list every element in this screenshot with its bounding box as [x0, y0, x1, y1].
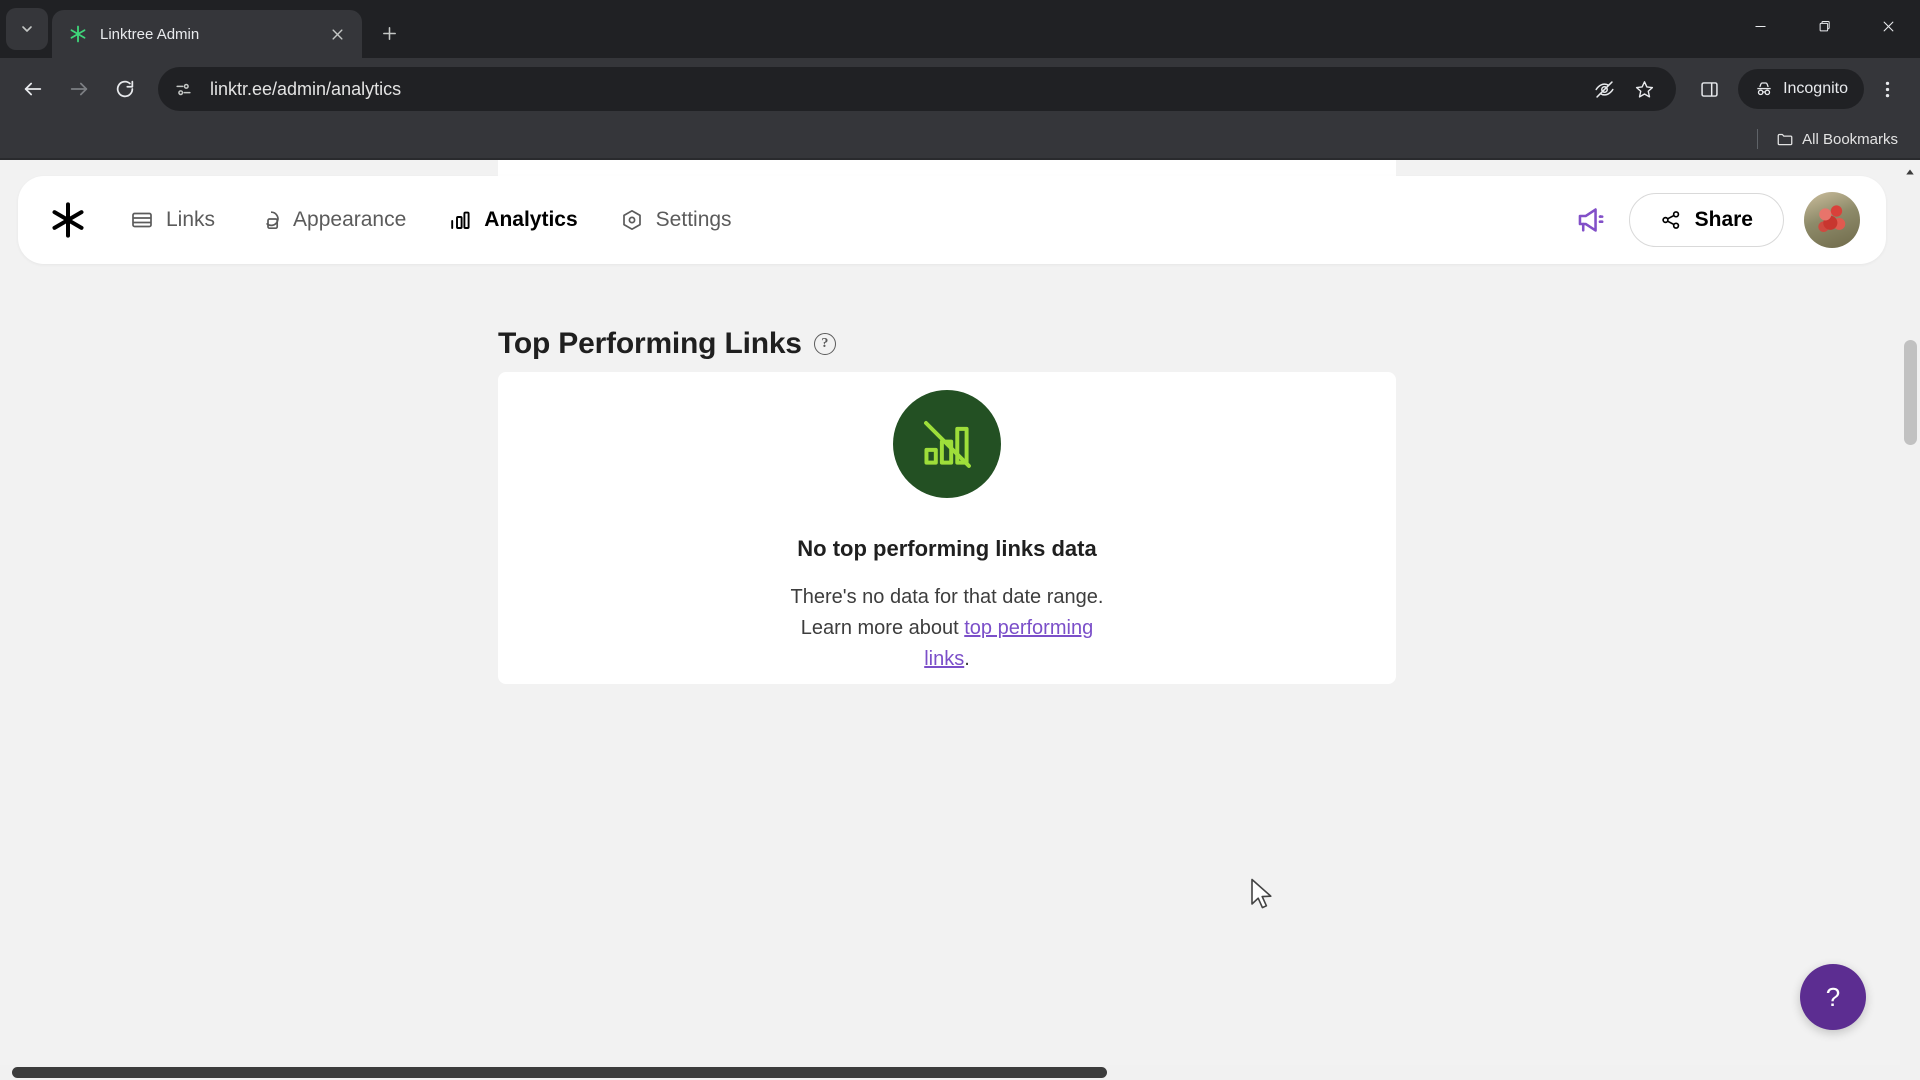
tab-title: Linktree Admin	[100, 25, 200, 43]
page-title: Top Performing Links	[498, 327, 802, 360]
horizontal-scrollbar-thumb[interactable]	[12, 1067, 1107, 1078]
new-tab-icon[interactable]	[372, 16, 406, 50]
links-icon	[130, 208, 154, 232]
empty-state-line2-prefix: Learn more about	[800, 616, 965, 639]
share-button[interactable]: Share	[1628, 193, 1784, 247]
nav-item-appearance[interactable]: Appearance	[253, 202, 410, 238]
window-controls	[1728, 0, 1920, 52]
empty-state-line2-suffix: .	[964, 647, 970, 670]
all-bookmarks-button[interactable]: All Bookmarks	[1768, 126, 1906, 152]
nav-label: Links	[166, 208, 216, 231]
incognito-indicator[interactable]: Incognito	[1738, 69, 1864, 109]
forward-button[interactable]	[58, 68, 100, 110]
incognito-icon	[1757, 82, 1771, 96]
nav-label: Appearance	[293, 208, 407, 231]
side-panel-icon[interactable]	[1688, 68, 1730, 110]
nav-item-links[interactable]: Links	[126, 202, 219, 238]
tab-strip: Linktree Admin	[0, 0, 1920, 58]
nav-item-analytics[interactable]: Analytics	[444, 202, 581, 238]
minimize-icon[interactable]	[1728, 0, 1792, 52]
vertical-scrollbar[interactable]	[1900, 160, 1920, 1080]
empty-state-description: There's no data for that date range. Lea…	[777, 582, 1117, 675]
megaphone-icon[interactable]	[1575, 203, 1609, 237]
all-bookmarks-label: All Bookmarks	[1802, 130, 1898, 148]
bookmark-star-icon[interactable]	[1626, 71, 1662, 107]
address-bar[interactable]: linktr.ee/admin/analytics	[158, 67, 1677, 111]
url-text: linktr.ee/admin/analytics	[210, 78, 402, 99]
reload-button[interactable]	[104, 68, 146, 110]
bookmarks-divider	[1757, 129, 1759, 149]
folder-icon	[1777, 133, 1793, 146]
settings-gear-icon	[620, 208, 644, 232]
browser-tab[interactable]: Linktree Admin	[52, 10, 362, 58]
empty-state-line1: There's no data for that date range.	[790, 585, 1104, 608]
app-header: Links Appearance Analytics Settings Shar…	[18, 176, 1886, 264]
bookmarks-bar: All Bookmarks	[0, 120, 1920, 158]
browser-toolbar: linktr.ee/admin/analytics Incognito	[0, 58, 1920, 120]
share-nodes-icon	[1661, 211, 1679, 229]
incognito-label: Incognito	[1783, 80, 1848, 97]
linktree-favicon-icon	[68, 24, 88, 44]
empty-state-title: No top performing links data	[797, 535, 1097, 561]
mouse-cursor	[1251, 878, 1272, 909]
no-chart-data-icon	[893, 389, 1001, 498]
top-performing-links-title: Top Performing Links ?	[498, 327, 836, 361]
top-performing-links-empty-state: No top performing links data There's no …	[498, 372, 1396, 684]
share-button-label: Share	[1694, 208, 1753, 231]
page-info-icon[interactable]	[166, 72, 200, 106]
page-viewport: Top Performing Links ? No top performing…	[0, 160, 1920, 1080]
horizontal-scrollbar[interactable]	[0, 1065, 1900, 1080]
tracking-protection-icon[interactable]	[1586, 71, 1622, 107]
app-nav: Links Appearance Analytics Settings	[126, 202, 1575, 238]
maximize-icon[interactable]	[1792, 0, 1856, 52]
omnibox-actions	[1586, 71, 1662, 107]
browser-window: Linktree Admin linktr.ee/admin/analytics…	[0, 0, 1920, 1080]
close-tab-icon[interactable]	[324, 21, 350, 47]
top-performing-links-help-icon[interactable]: ?	[813, 333, 836, 355]
nav-item-settings[interactable]: Settings	[616, 202, 736, 238]
back-button[interactable]	[12, 68, 54, 110]
search-tabs-icon[interactable]	[6, 8, 48, 50]
three-dot-menu-icon[interactable]	[1866, 68, 1908, 110]
nav-label: Analytics	[484, 208, 578, 231]
toolbar-right-actions: Incognito	[1688, 68, 1908, 110]
vertical-scrollbar-thumb[interactable]	[1904, 340, 1917, 445]
appearance-icon	[257, 208, 281, 232]
scroll-up-arrow-icon[interactable]	[1900, 162, 1920, 182]
top-performing-links-card: No top performing links data There's no …	[498, 372, 1396, 684]
linktree-logo-icon[interactable]	[48, 200, 88, 240]
nav-label: Settings	[655, 208, 732, 231]
help-button[interactable]: ?	[1800, 964, 1866, 1030]
avatar[interactable]	[1804, 192, 1860, 248]
app-header-actions: Share	[1575, 192, 1860, 248]
analytics-bar-icon	[448, 208, 472, 232]
close-window-icon[interactable]	[1856, 0, 1920, 52]
